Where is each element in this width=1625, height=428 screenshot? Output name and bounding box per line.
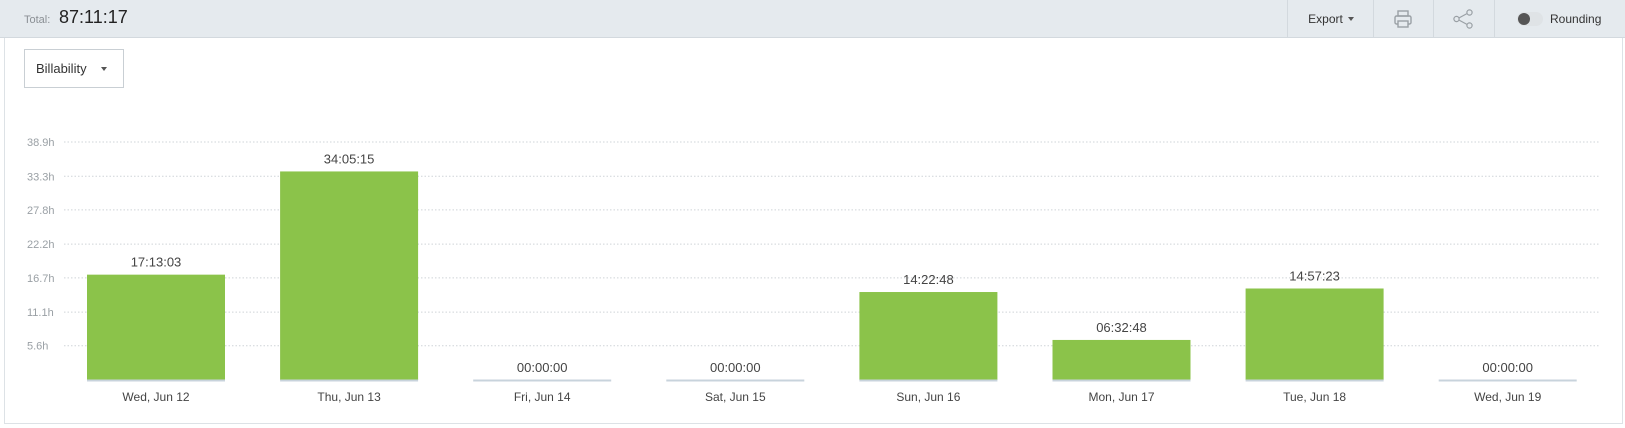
bar xyxy=(87,274,225,380)
x-tick-label: Sat, Jun 15 xyxy=(705,390,766,404)
bar xyxy=(280,171,419,380)
data-label: 06:32:48 xyxy=(1096,320,1147,335)
bar-chart: 5.6h 11.1h 16.7h 22.2h 27.8h 33.3h 38.9h 17:13:… xyxy=(27,137,1600,404)
data-label: 14:22:48 xyxy=(903,272,954,287)
x-tick-label: Tue, Jun 18 xyxy=(1283,390,1346,404)
y-tick-label: 5.6h xyxy=(27,341,48,353)
data-label: 14:57:23 xyxy=(1289,268,1340,283)
data-label: 34:05:15 xyxy=(324,151,375,166)
x-tick-label: Mon, Jun 17 xyxy=(1088,390,1154,404)
y-tick-label: 16.7h xyxy=(27,273,55,285)
data-label: 00:00:00 xyxy=(710,360,761,375)
bar xyxy=(1245,288,1384,380)
y-tick-label: 33.3h xyxy=(27,171,55,183)
x-tick-label: Thu, Jun 13 xyxy=(317,390,381,404)
report-page: Total: 87:11:17 Export Rounding Billabil… xyxy=(0,0,1625,428)
y-tick-label: 22.2h xyxy=(27,239,55,251)
bar xyxy=(859,292,998,380)
x-tick-label: Fri, Jun 14 xyxy=(514,390,571,404)
x-tick-label: Wed, Jun 19 xyxy=(1474,390,1541,404)
y-tick-label: 38.9h xyxy=(27,137,55,149)
y-tick-label: 11.1h xyxy=(27,307,54,319)
data-label: 00:00:00 xyxy=(1482,360,1533,375)
data-label: 00:00:00 xyxy=(517,360,568,375)
x-tick-label: Wed, Jun 12 xyxy=(122,390,189,404)
x-tick-label: Sun, Jun 16 xyxy=(896,390,960,404)
data-label: 17:13:03 xyxy=(131,255,182,270)
y-tick-label: 27.8h xyxy=(27,205,55,217)
bar xyxy=(1052,339,1191,380)
